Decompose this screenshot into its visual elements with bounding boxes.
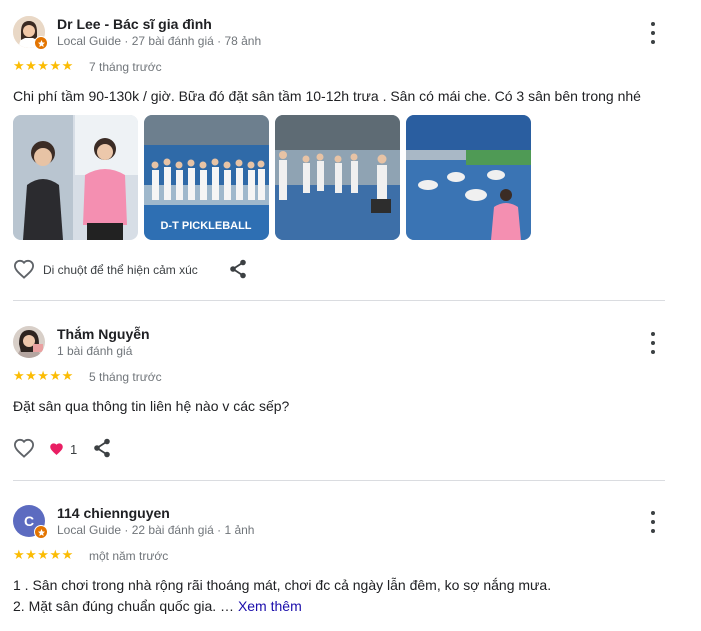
like-button[interactable] — [13, 438, 35, 458]
heart-outline-icon — [13, 438, 35, 458]
local-guide-badge — [34, 36, 48, 50]
more-options-button[interactable] — [645, 511, 661, 533]
reviewer-name[interactable]: Dr Lee - Bác sĩ gia đình — [57, 16, 212, 32]
review-text: Đặt sân qua thông tin liên hệ nào v các … — [13, 398, 290, 414]
avatar-letter: C — [23, 513, 35, 529]
review-card: Dr Lee - Bác sĩ gia đình Local Guide · 2… — [0, 0, 701, 300]
heart-filled-icon — [50, 443, 63, 455]
reviewer-meta: Local Guide · 22 bài đánh giá · 1 ảnh — [57, 523, 255, 537]
review-card: Thắm Nguyễn 1 bài đánh giá ★★★★★ 5 tháng… — [0, 301, 701, 481]
review-time: 5 tháng trước — [89, 370, 162, 384]
photo-caption: D-T PICKLEBALL — [160, 220, 251, 232]
review-photo[interactable] — [13, 115, 138, 240]
review-text-line-2: 2. Mặt sân đúng chuẩn quốc gia. … — [13, 598, 235, 614]
star-rating: ★★★★★ — [13, 368, 74, 383]
review-photo[interactable] — [275, 115, 400, 240]
avatar[interactable] — [13, 326, 45, 358]
reaction-count[interactable]: 1 — [49, 440, 77, 458]
reaction-hint: Di chuột để thể hiện cảm xúc — [43, 263, 198, 277]
review-text-line: 1 . Sân chơi trong nhà rộng rãi thoáng m… — [13, 577, 552, 593]
reviewer-meta: 1 bài đánh giá — [57, 344, 133, 358]
review-card: C 114 chiennguyen Local Guide · 22 bài đ… — [0, 481, 701, 631]
see-more-link[interactable]: Xem thêm — [238, 598, 302, 614]
like-button[interactable] — [13, 259, 35, 279]
review-text: Chi phí tầm 90-130k / giờ. Bữa đó đặt sâ… — [13, 88, 641, 104]
share-button[interactable] — [93, 438, 111, 458]
review-photo[interactable]: D-T PICKLEBALL — [144, 115, 269, 240]
review-time: 7 tháng trước — [89, 60, 162, 74]
more-options-button[interactable] — [645, 22, 661, 44]
local-guide-badge — [34, 525, 48, 539]
reviewer-name[interactable]: 114 chiennguyen — [57, 505, 170, 521]
reviewer-meta: Local Guide · 27 bài đánh giá · 78 ảnh — [57, 34, 262, 48]
share-button[interactable] — [229, 259, 247, 279]
star-rating: ★★★★★ — [13, 58, 74, 73]
review-photo[interactable] — [406, 115, 531, 240]
star-rating: ★★★★★ — [13, 547, 74, 562]
heart-outline-icon — [13, 259, 35, 279]
review-time: một năm trước — [89, 549, 169, 563]
share-icon — [230, 259, 246, 279]
share-icon — [94, 438, 110, 458]
review-text-line: 2. Mặt sân đúng chuẩn quốc gia. … Xem th… — [13, 596, 302, 617]
reviewer-name[interactable]: Thắm Nguyễn — [57, 326, 150, 342]
more-options-button[interactable] — [645, 332, 661, 354]
like-count: 1 — [70, 441, 78, 457]
